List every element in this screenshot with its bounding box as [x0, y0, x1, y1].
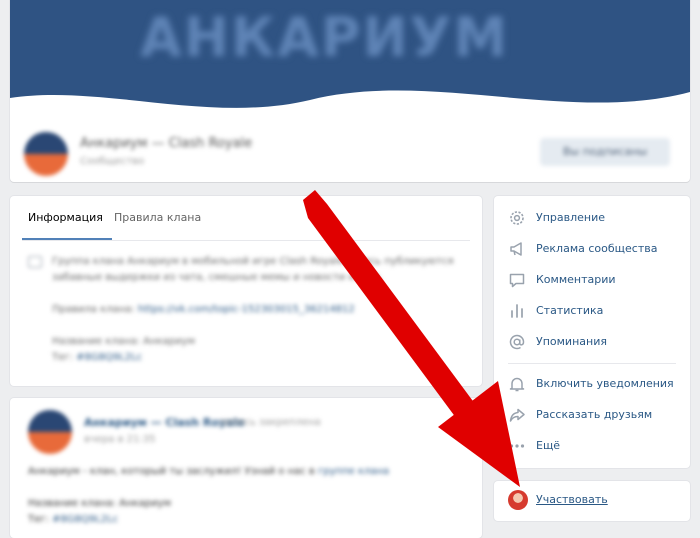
group-header-card: АНКАРИУМ Анкариум — Clash Royale Сообщес…	[10, 0, 690, 182]
share-icon	[509, 408, 525, 422]
group-avatar[interactable]	[24, 132, 68, 176]
group-subtitle: Сообщество	[80, 156, 145, 167]
group-name[interactable]: Анкариум — Clash Royale	[80, 136, 252, 151]
user-avatar	[508, 490, 528, 510]
menu-item-label: Включить уведомления	[536, 377, 674, 390]
tabs-bar: Информация Правила клана	[22, 196, 470, 241]
stats-icon	[511, 304, 523, 318]
rules-label: Правила клана:	[52, 304, 135, 315]
menu-item-mentions[interactable]: Упоминания	[494, 327, 690, 357]
clan-name-label: Название клана: Анкариум	[52, 336, 195, 347]
menu-item-more[interactable]: Ещё	[494, 431, 690, 461]
more-icon	[509, 444, 525, 448]
post-avatar[interactable]	[28, 410, 72, 454]
join-button[interactable]: Участвовать	[536, 493, 608, 506]
post-text-line: Анкариум - клан, который ты заслужил! Уз…	[28, 464, 468, 480]
group-actions-menu: Управление Реклама сообщества Комментари…	[494, 196, 690, 468]
tag-row: Тег: #8G8Q9L2Lc	[52, 350, 472, 366]
tag-label: Тег:	[52, 352, 73, 363]
post-text: Анкариум - клан, который ты заслужил! Уз…	[28, 464, 468, 528]
megaphone-icon	[510, 242, 522, 256]
comment-icon	[509, 273, 525, 288]
post-tag-link[interactable]: #8G8Q9L2Lc	[52, 514, 118, 525]
post-tag-label: Тег:	[28, 514, 49, 525]
post-date[interactable]: вчера в 21:35	[84, 434, 156, 445]
cover-title: АНКАРИУМ	[140, 6, 510, 69]
post-tag-row: Тег: #8G8Q9L2Lc	[28, 512, 468, 528]
menu-item-label: Комментарии	[536, 273, 616, 286]
gear-icon	[510, 211, 524, 225]
tab-clan-rules[interactable]: Правила клана	[114, 211, 201, 224]
menu-item-ads[interactable]: Реклама сообщества	[494, 234, 690, 264]
cover-image: АНКАРИУМ	[10, 0, 690, 112]
info-text: Группа клана Анкариум в мобильной игре C…	[52, 254, 472, 366]
join-card: Участвовать	[494, 481, 690, 521]
menu-item-notifications[interactable]: Включить уведомления	[494, 369, 690, 399]
post-pinned-label: запись закреплена	[220, 417, 321, 428]
menu-separator	[508, 363, 676, 364]
bell-icon	[509, 377, 525, 392]
group-row: Анкариум — Clash Royale Сообщество Вы по…	[10, 112, 690, 182]
rules-row: Правила клана: https://vk.com/topic-1523…	[52, 302, 472, 318]
menu-item-label: Ещё	[536, 439, 561, 452]
menu-item-comments[interactable]: Комментарии	[494, 265, 690, 295]
tag-link[interactable]: #8G8Q9L2Lc	[76, 352, 142, 363]
menu-item-label: Реклама сообщества	[536, 242, 658, 255]
post-card: Анкариум — Clash Royale запись закреплен…	[10, 398, 482, 538]
menu-item-stats[interactable]: Статистика	[494, 296, 690, 326]
at-icon	[509, 334, 525, 350]
rules-link[interactable]: https://vk.com/topic-152303015_36214812	[138, 304, 355, 315]
post-clan-name: Название клана: Анкариум	[28, 498, 171, 509]
menu-item-label: Управление	[536, 211, 606, 224]
info-card: Информация Правила клана Группа клана Ан…	[10, 196, 482, 386]
subscribe-button[interactable]: Вы подписаны	[540, 138, 670, 166]
menu-item-share[interactable]: Рассказать друзьям	[494, 400, 690, 430]
menu-item-label: Рассказать друзьям	[536, 408, 653, 421]
post-text-link[interactable]: группе клана	[318, 466, 389, 477]
tab-info[interactable]: Информация	[28, 211, 103, 224]
menu-item-manage[interactable]: Управление	[494, 203, 690, 233]
active-tab-underline	[22, 238, 112, 240]
menu-item-label: Статистика	[536, 304, 604, 317]
post-text-main: Анкариум - клан, который ты заслужил! Уз…	[28, 466, 315, 477]
group-description: Группа клана Анкариум в мобильной игре C…	[52, 256, 454, 283]
menu-item-label: Упоминания	[536, 335, 607, 348]
info-icon	[28, 256, 42, 268]
